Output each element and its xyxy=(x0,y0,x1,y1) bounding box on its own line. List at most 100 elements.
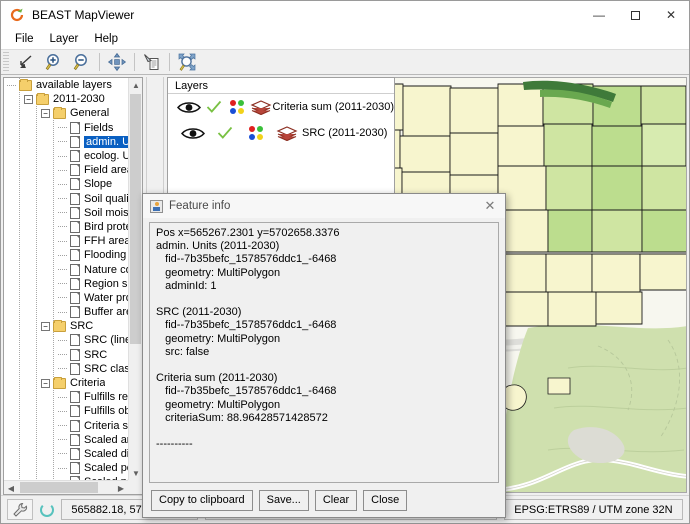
maximize-button[interactable] xyxy=(617,1,653,29)
eye-open-icon[interactable] xyxy=(176,100,202,115)
tree-item-src[interactable]: − SRC xyxy=(4,319,128,333)
tree-scroll-area: available layers −2011-2030− General Fields… xyxy=(4,78,128,480)
tree-item-ecolog-units[interactable]: ecolog. Units xyxy=(4,149,128,163)
tree-item-ffh-areas[interactable]: FFH areas xyxy=(4,234,128,248)
save-button[interactable]: Save... xyxy=(258,489,309,511)
scroll-up-arrow[interactable]: ▲ xyxy=(129,78,142,92)
tree-item-available-layers[interactable]: available layers xyxy=(4,78,128,92)
zoom-in-icon[interactable] xyxy=(40,50,68,74)
close-button[interactable]: Close xyxy=(363,489,408,511)
feature-info-textarea[interactable]: Pos x=565267.2301 y=5702658.3376 admin. … xyxy=(149,222,499,483)
tree-list: available layers −2011-2030− General Fields… xyxy=(4,78,128,480)
tree-connector xyxy=(58,368,67,370)
zoom-out-icon[interactable] xyxy=(68,50,96,74)
layer-stack-icon xyxy=(250,99,273,115)
menu-layer[interactable]: Layer xyxy=(42,31,87,47)
tree-connector xyxy=(58,269,67,271)
tree-item-criteria[interactable]: − Criteria xyxy=(4,376,128,390)
scroll-left-arrow[interactable]: ◀ xyxy=(4,481,18,494)
tree-item-admin-units[interactable]: admin. Units xyxy=(4,135,128,149)
tree-item-buffer-areas[interactable]: Buffer areas xyxy=(4,305,128,319)
minimize-button[interactable]: — xyxy=(581,1,617,29)
tree-vertical-scrollbar[interactable]: ▲ ▼ xyxy=(128,78,142,480)
tree-item-bird-protection[interactable]: Bird protection xyxy=(4,220,128,234)
tree-item-src-classes[interactable]: SRC classes xyxy=(4,362,128,376)
beast-logo-icon xyxy=(9,7,25,23)
tree-item-soil-moisture[interactable]: Soil moisture xyxy=(4,206,128,220)
tree-item-label: Flooding areas xyxy=(84,249,128,262)
dialog-title-bar[interactable]: Feature info ✕ xyxy=(143,194,505,218)
tree-item-soil-quality[interactable]: Soil quality xyxy=(4,192,128,206)
feature-info-icon xyxy=(150,199,163,213)
tree-item-general[interactable]: − General xyxy=(4,106,128,120)
check-icon[interactable] xyxy=(202,100,225,114)
close-button[interactable]: ✕ xyxy=(653,1,689,29)
toolbar-grip[interactable] xyxy=(3,52,9,72)
folder-icon xyxy=(53,376,66,389)
layer-row[interactable]: Criteria sum (2011-2030) xyxy=(168,94,394,120)
dialog-footer: Copy to clipboard Save... Clear Close xyxy=(143,483,505,517)
scroll-right-arrow[interactable]: ▶ xyxy=(114,481,128,494)
tree-expander-icon[interactable]: − xyxy=(41,378,50,388)
eye-open-icon[interactable] xyxy=(176,126,210,141)
tree-item-scaled-dist[interactable]: Scaled dist. xyxy=(4,447,128,461)
tree-item-fields[interactable]: Fields xyxy=(4,121,128,135)
tree-expander-icon[interactable]: − xyxy=(41,321,50,331)
file-icon xyxy=(70,121,80,134)
tree-horizontal-scrollbar[interactable]: ◀ ▶ xyxy=(4,480,128,494)
tree-item-label: Nature conserv. xyxy=(84,263,128,276)
tree-item-water-protection[interactable]: Water protection xyxy=(4,291,128,305)
menu-file[interactable]: File xyxy=(7,31,42,47)
color-dots-icon[interactable] xyxy=(225,99,250,115)
tree-expander-icon[interactable]: − xyxy=(41,108,50,118)
tree-item-label: Scaled pot. xyxy=(84,462,128,475)
select-arrow-icon[interactable] xyxy=(12,50,40,74)
scroll-down-arrow[interactable]: ▼ xyxy=(129,466,142,480)
tree-item-fulfills-restrict[interactable]: Fulfills restrict. xyxy=(4,390,128,404)
tree-item-slope[interactable]: Slope xyxy=(4,177,128,191)
tree-item-label: Field area xyxy=(84,164,128,177)
tree-item-label: Fulfills objectiv. xyxy=(84,405,128,418)
menu-help[interactable]: Help xyxy=(86,31,126,47)
tree-item-scaled-annual[interactable]: Scaled annual xyxy=(4,433,128,447)
scroll-thumb-horizontal[interactable] xyxy=(20,482,98,493)
tree-item-label: Scaled annual xyxy=(84,433,128,446)
tree-item-label: Buffer areas xyxy=(84,306,128,319)
tree-item-flooding-areas[interactable]: Flooding areas xyxy=(4,248,128,262)
tree-item-nature-conserv[interactable]: Nature conserv. xyxy=(4,262,128,276)
folder-icon xyxy=(53,319,66,332)
tree-item-scaled-pot[interactable]: Scaled pot. xyxy=(4,461,128,475)
scroll-thumb-vertical[interactable] xyxy=(130,94,141,344)
layer-rows-container: Criteria sum (2011-2030) SRC (2011-2030) xyxy=(168,94,394,146)
tree-item-2011-2030[interactable]: − 2011-2030 xyxy=(4,92,128,106)
feature-info-icon[interactable] xyxy=(138,50,166,74)
check-icon[interactable] xyxy=(210,126,240,140)
color-dots-icon[interactable] xyxy=(240,125,272,141)
dialog-body: Pos x=565267.2301 y=5702658.3376 admin. … xyxy=(143,218,505,483)
file-icon xyxy=(70,192,80,205)
title-bar: BEAST MapViewer — ✕ xyxy=(1,1,689,29)
tree-expander-icon[interactable]: − xyxy=(24,94,33,104)
wrench-icon[interactable] xyxy=(7,499,33,520)
loading-spinner-icon xyxy=(39,502,54,517)
file-icon xyxy=(70,433,80,446)
copy-to-clipboard-button[interactable]: Copy to clipboard xyxy=(151,489,253,511)
tree-item-label: SRC classes xyxy=(84,362,128,375)
file-icon xyxy=(70,405,80,418)
application-window: BEAST MapViewer — ✕ File Layer Help avai… xyxy=(0,0,690,524)
tree-item-region-specific[interactable]: Region specific xyxy=(4,277,128,291)
tree-item-criteria-sum[interactable]: Criteria sum xyxy=(4,419,128,433)
zoom-to-extent-icon[interactable] xyxy=(173,50,201,74)
clear-button[interactable]: Clear xyxy=(314,489,358,511)
tree-item-src-lines[interactable]: SRC (lines) xyxy=(4,333,128,347)
tree-item-label: admin. Units xyxy=(84,135,128,148)
tree-item-field-area[interactable]: Field area xyxy=(4,163,128,177)
dialog-close-icon[interactable]: ✕ xyxy=(481,197,499,215)
layer-row[interactable]: SRC (2011-2030) xyxy=(168,120,394,146)
file-icon xyxy=(70,150,80,163)
tree-item-src[interactable]: SRC xyxy=(4,348,128,362)
file-icon xyxy=(70,334,80,347)
tree-item-label: SRC (lines) xyxy=(84,334,128,347)
tree-item-fulfills-objectiv[interactable]: Fulfills objectiv. xyxy=(4,404,128,418)
pan-icon[interactable] xyxy=(103,50,131,74)
